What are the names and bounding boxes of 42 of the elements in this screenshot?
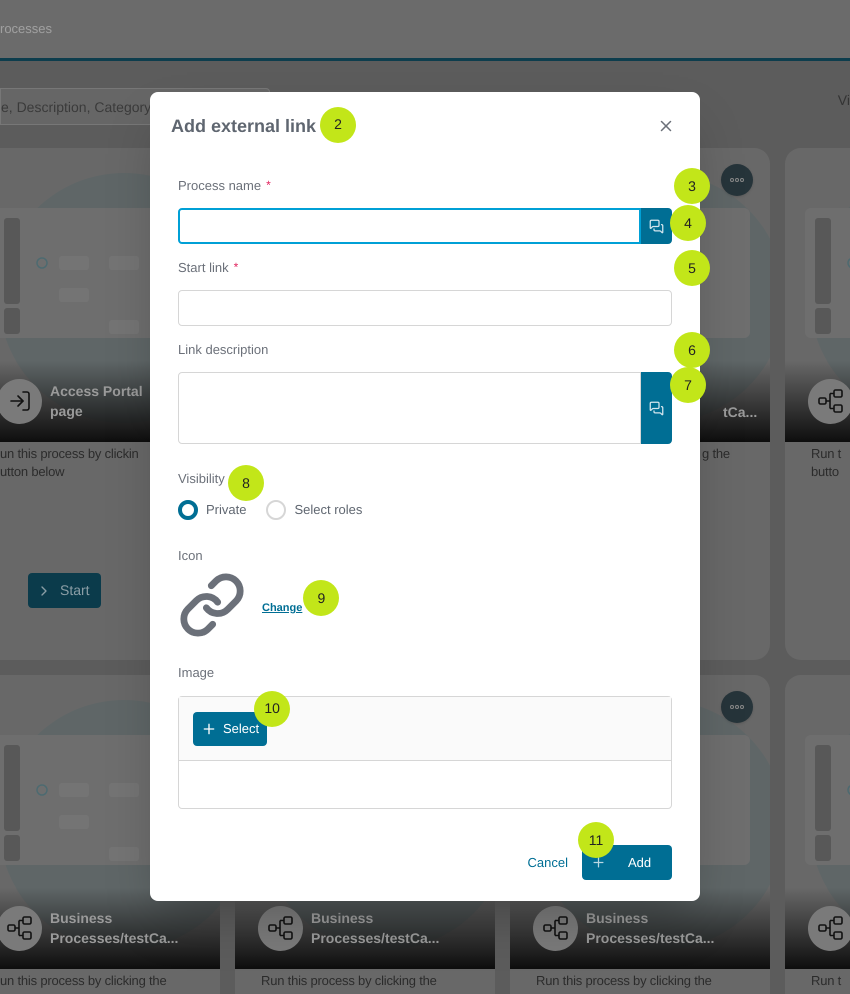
card-description: un this process by clicking the: [0, 972, 166, 990]
callout-marker: 6: [674, 332, 710, 368]
callout-marker: 7: [670, 367, 706, 403]
card-title: Business: [50, 909, 112, 928]
card-title: Processes/testCa...: [311, 929, 440, 948]
callout-marker: 9: [303, 580, 340, 616]
callout-marker: 3: [674, 168, 710, 204]
callout-marker: 5: [674, 250, 710, 286]
callout-marker: 11: [578, 822, 614, 858]
required-mark: *: [234, 259, 238, 276]
card-title: Access Portal: [50, 382, 143, 401]
required-mark: *: [266, 177, 271, 194]
field-label: Start link: [178, 259, 229, 278]
callout-marker: 2: [320, 106, 356, 142]
card-title: page: [50, 402, 83, 421]
card-description: g the: [702, 445, 730, 463]
add-button[interactable]: Add: [582, 845, 672, 880]
visibility-radio[interactable]: Select roles: [266, 500, 362, 520]
card-description: Run this process by clicking the: [536, 972, 712, 990]
field-label: Image: [178, 664, 216, 682]
field-label: Visibility: [178, 470, 225, 488]
card-description: butto: [811, 463, 839, 481]
card-description: un this process by clickin: [0, 445, 139, 463]
select-button[interactable]: Select: [193, 712, 268, 746]
field-label: Icon: [178, 547, 204, 565]
card-title: Processes/testCa...: [586, 929, 714, 948]
change-link[interactable]: Change: [262, 602, 302, 614]
card-title: tCa...: [723, 403, 758, 422]
card-description: Run t: [811, 445, 842, 463]
field-label: Link description: [178, 341, 268, 360]
card-description: Run this process by clicking the: [261, 972, 437, 990]
card-description: Run t: [811, 972, 842, 990]
start-button[interactable]: Start: [28, 573, 101, 608]
cancel-link[interactable]: Cancel: [528, 852, 568, 872]
callout-marker: 4: [670, 205, 706, 241]
card-title: Business: [586, 909, 648, 928]
field-label: Process name: [178, 177, 262, 196]
card-title: Processes/testCa...: [50, 929, 178, 948]
card-title: Business: [311, 909, 374, 928]
callout-marker: 8: [228, 465, 264, 501]
visibility-radio[interactable]: Private: [178, 500, 246, 520]
card-description: utton below: [0, 463, 64, 481]
